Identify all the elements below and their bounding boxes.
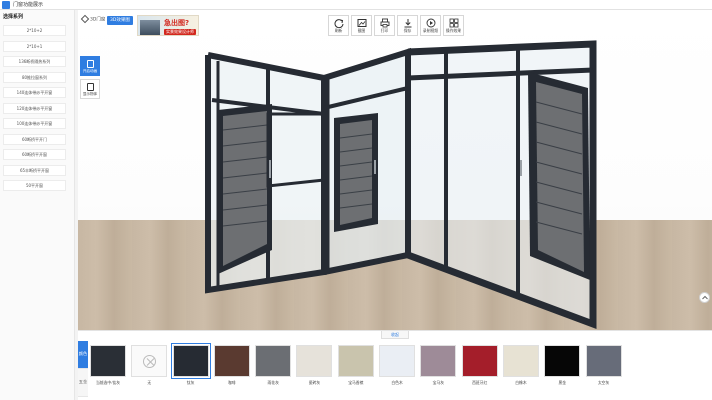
viewport-toolbar: 刷新 截图 打印 保存 录制视频 操作效果 bbox=[328, 15, 466, 36]
series-item[interactable]: 65丰断桥平开窗 bbox=[3, 164, 66, 176]
swatch-chip bbox=[131, 345, 168, 377]
color-swatch[interactable]: 黑金 bbox=[544, 345, 581, 385]
swatch-chip bbox=[337, 345, 374, 377]
toolbar-button[interactable]: 刷新 bbox=[328, 15, 349, 36]
panel-tab[interactable]: 五金 bbox=[78, 369, 88, 397]
color-swatch[interactable]: 白橡木 bbox=[502, 345, 539, 385]
current-color-preview: 当前选中:钛灰 bbox=[90, 345, 126, 385]
series-item[interactable]: 100连体带纱平开窗 bbox=[3, 118, 66, 129]
toolbar-button[interactable]: 截图 bbox=[351, 15, 372, 36]
series-item[interactable]: 140连体带纱平开窗 bbox=[3, 87, 66, 98]
color-swatch[interactable]: 瓷砖灰 bbox=[296, 345, 333, 385]
cube-logo-icon bbox=[80, 14, 90, 24]
series-item[interactable]: 120连体带纱平开窗 bbox=[3, 102, 66, 114]
window-title: 门窗功能展示 bbox=[13, 2, 44, 8]
series-item[interactable]: 2*10+1 bbox=[3, 40, 66, 52]
series-sidebar: 选择系列 2*10+2 2*10+1 136断桥隔热系列 80推拉窗系列 140连体带纱… bbox=[0, 10, 75, 400]
toolbar-button-label: 截图 bbox=[357, 28, 366, 33]
cube-icon bbox=[87, 83, 94, 91]
no-color-icon bbox=[143, 355, 157, 368]
swatch-label: 黑金 bbox=[558, 380, 567, 385]
sidebar-header: 选择系列 bbox=[3, 14, 24, 20]
toolbar-button[interactable]: 保存 bbox=[397, 15, 418, 36]
swatch-label: 宝马灰 bbox=[432, 380, 445, 385]
ad-banner[interactable]: 急出图? 实景效果设计师 bbox=[137, 15, 199, 36]
swatch-chip bbox=[213, 345, 250, 377]
swatch-label: 宝马香槟 bbox=[348, 380, 364, 385]
swatch-label: 当前选中:钛灰 bbox=[95, 380, 121, 385]
color-swatch[interactable]: 宝马灰 bbox=[420, 345, 457, 385]
series-item[interactable]: 2*10+2 bbox=[3, 25, 66, 36]
color-swatch[interactable]: 雨花灰 bbox=[255, 345, 292, 385]
series-item[interactable]: 60断桥平开门 bbox=[3, 133, 66, 145]
color-swatch[interactable]: 白色木 bbox=[379, 345, 416, 385]
swatch-chip bbox=[502, 345, 539, 377]
printer-icon bbox=[380, 18, 390, 28]
material-panel: 收起 颜色 五金 当前选中:钛灰 无 钛灰 咖啡 雨花灰 瓷砖灰 宝马香槟 白色木 宝马灰 西班牙红… bbox=[78, 330, 712, 400]
series-item[interactable]: 50平开窗 bbox=[3, 180, 66, 191]
series-item[interactable]: 136断桥隔热系列 bbox=[3, 56, 66, 67]
swatch-label: 西班牙红 bbox=[472, 380, 488, 385]
brand-logo: 3D门窗 bbox=[80, 14, 105, 24]
swatch-label: 咖啡 bbox=[228, 380, 236, 385]
swatch-label: 白色木 bbox=[391, 380, 403, 385]
3d-effect-tag[interactable]: 3D效果图 bbox=[107, 16, 133, 25]
color-swatch[interactable]: 无 bbox=[131, 345, 168, 385]
color-swatch[interactable]: 西班牙红 bbox=[461, 345, 498, 385]
chevron-up-icon bbox=[702, 295, 708, 300]
toolbar-button-label: 录制视频 bbox=[422, 28, 439, 33]
color-swatch[interactable]: 钛灰 bbox=[170, 343, 211, 385]
toolbar-button-label: 保存 bbox=[403, 28, 412, 33]
color-swatch[interactable]: 咖啡 bbox=[213, 345, 250, 385]
viewport-side-tools: 开启动画 显示物体 bbox=[80, 56, 100, 102]
title-bar: 门窗功能展示 bbox=[0, 0, 712, 10]
swatch-chip bbox=[255, 345, 292, 377]
panel-tabs: 颜色 五金 bbox=[78, 341, 88, 400]
swatch-chip bbox=[585, 345, 622, 377]
side-tool-label: 开启动画 bbox=[82, 69, 98, 73]
play-icon bbox=[426, 18, 436, 28]
swatch-chip bbox=[170, 343, 211, 379]
color-swatch-list: 当前选中:钛灰 无 钛灰 咖啡 雨花灰 瓷砖灰 宝马香槟 白色木 宝马灰 西班牙红 白橡木 黑金 太空灰 bbox=[90, 343, 627, 385]
house-image bbox=[140, 20, 160, 35]
refresh-icon bbox=[334, 19, 344, 28]
collapse-button[interactable] bbox=[699, 292, 710, 303]
swatch-chip bbox=[90, 345, 126, 377]
side-tool-button[interactable]: 显示物体 bbox=[80, 79, 100, 99]
app-icon bbox=[2, 1, 10, 9]
swatch-chip bbox=[544, 345, 581, 377]
swatch-label: 雨花灰 bbox=[267, 380, 279, 385]
swatch-label: 无 bbox=[147, 380, 152, 385]
side-tool-label: 显示物体 bbox=[82, 92, 98, 96]
toolbar-button-label: 刷新 bbox=[334, 28, 343, 33]
toolbar-button-label: 操作效果 bbox=[445, 28, 462, 33]
swatch-label: 白橡木 bbox=[515, 380, 527, 385]
banner-subtitle: 实景效果设计师 bbox=[164, 29, 196, 35]
grid-icon bbox=[449, 18, 459, 28]
side-tool-button[interactable]: 开启动画 bbox=[80, 56, 100, 76]
download-icon bbox=[404, 19, 412, 28]
toolbar-button[interactable]: 操作效果 bbox=[443, 15, 464, 36]
panel-toggle-handle[interactable]: 收起 bbox=[381, 331, 409, 339]
window-3d-model[interactable] bbox=[78, 10, 712, 330]
swatch-chip bbox=[461, 345, 498, 377]
swatch-chip bbox=[296, 345, 333, 377]
swatch-label: 钛灰 bbox=[186, 380, 195, 385]
swatch-label: 太空灰 bbox=[597, 380, 610, 385]
color-swatch[interactable]: 宝马香槟 bbox=[337, 345, 374, 385]
image-icon bbox=[357, 19, 367, 27]
banner-title: 急出图? bbox=[164, 19, 190, 27]
series-item[interactable]: 80推拉窗系列 bbox=[3, 71, 66, 83]
3d-viewport[interactable]: 3D门窗 3D效果图 急出图? 实景效果设计师 刷新 截图 打印 保存 录制视频 操作效果… bbox=[78, 10, 712, 330]
swatch-chip bbox=[420, 345, 457, 377]
toolbar-button[interactable]: 打印 bbox=[374, 15, 395, 36]
swatch-label: 瓷砖灰 bbox=[308, 380, 321, 385]
panel-tab[interactable]: 颜色 bbox=[78, 341, 88, 369]
swatch-chip bbox=[379, 345, 416, 377]
toolbar-button[interactable]: 录制视频 bbox=[420, 15, 441, 36]
color-swatch[interactable]: 太空灰 bbox=[585, 345, 622, 385]
series-item[interactable]: 60断桥平开窗 bbox=[3, 149, 66, 160]
toolbar-button-label: 打印 bbox=[380, 28, 389, 33]
window-open-icon bbox=[87, 60, 94, 68]
